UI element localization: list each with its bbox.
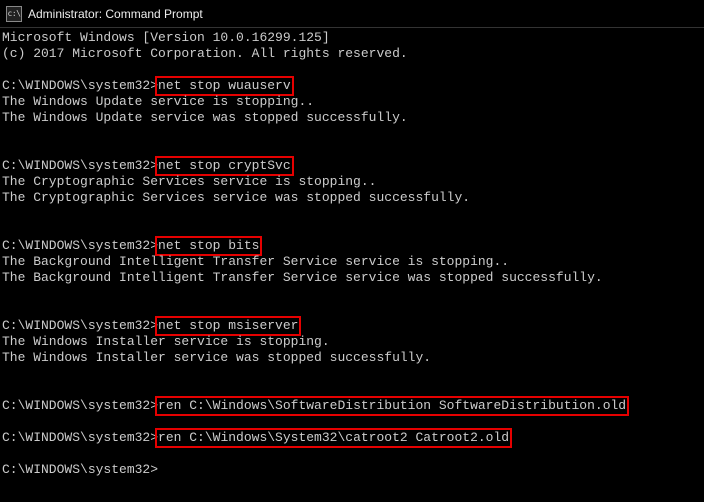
prompt: C:\WINDOWS\system32> <box>2 318 158 333</box>
command-highlight: net stop msiserver <box>155 316 301 336</box>
blank-line <box>2 62 702 78</box>
blank-line <box>2 222 702 238</box>
output-line: The Windows Update service is stopping.. <box>2 94 702 110</box>
prompt-line: C:\WINDOWS\system32>net stop wuauserv <box>2 78 702 94</box>
blank-line <box>2 366 702 382</box>
command-highlight: net stop wuauserv <box>155 76 294 96</box>
prompt-line: C:\WINDOWS\system32>ren C:\Windows\Syste… <box>2 430 702 446</box>
window-title: Administrator: Command Prompt <box>28 7 203 21</box>
prompt-line: C:\WINDOWS\system32> <box>2 462 702 478</box>
titlebar[interactable]: c:\ Administrator: Command Prompt <box>0 0 704 28</box>
copyright-line: (c) 2017 Microsoft Corporation. All righ… <box>2 46 702 62</box>
blank-line <box>2 126 702 142</box>
output-line: The Windows Installer service is stoppin… <box>2 334 702 350</box>
output-line: The Windows Installer service was stoppe… <box>2 350 702 366</box>
prompt-line: C:\WINDOWS\system32>net stop bits <box>2 238 702 254</box>
command-highlight: ren C:\Windows\System32\catroot2 Catroot… <box>155 428 512 448</box>
output-line: The Cryptographic Services service is st… <box>2 174 702 190</box>
output-line: The Cryptographic Services service was s… <box>2 190 702 206</box>
blank-line <box>2 446 702 462</box>
prompt-line: C:\WINDOWS\system32>ren C:\Windows\Softw… <box>2 398 702 414</box>
prompt: C:\WINDOWS\system32> <box>2 462 158 477</box>
terminal-output[interactable]: Microsoft Windows [Version 10.0.16299.12… <box>0 28 704 480</box>
command-highlight: net stop cryptSvc <box>155 156 294 176</box>
cmd-icon: c:\ <box>6 6 22 22</box>
output-line: The Background Intelligent Transfer Serv… <box>2 254 702 270</box>
prompt-line: C:\WINDOWS\system32>net stop msiserver <box>2 318 702 334</box>
prompt: C:\WINDOWS\system32> <box>2 430 158 445</box>
prompt: C:\WINDOWS\system32> <box>2 78 158 93</box>
prompt: C:\WINDOWS\system32> <box>2 398 158 413</box>
command-highlight: net stop bits <box>155 236 262 256</box>
blank-line <box>2 206 702 222</box>
prompt: C:\WINDOWS\system32> <box>2 238 158 253</box>
prompt-line: C:\WINDOWS\system32>net stop cryptSvc <box>2 158 702 174</box>
output-line: The Background Intelligent Transfer Serv… <box>2 270 702 286</box>
blank-line <box>2 142 702 158</box>
command-highlight: ren C:\Windows\SoftwareDistribution Soft… <box>155 396 629 416</box>
cmd-icon-glyph: c:\ <box>8 9 21 18</box>
version-line: Microsoft Windows [Version 10.0.16299.12… <box>2 30 702 46</box>
blank-line <box>2 286 702 302</box>
output-line: The Windows Update service was stopped s… <box>2 110 702 126</box>
prompt: C:\WINDOWS\system32> <box>2 158 158 173</box>
blank-line <box>2 302 702 318</box>
